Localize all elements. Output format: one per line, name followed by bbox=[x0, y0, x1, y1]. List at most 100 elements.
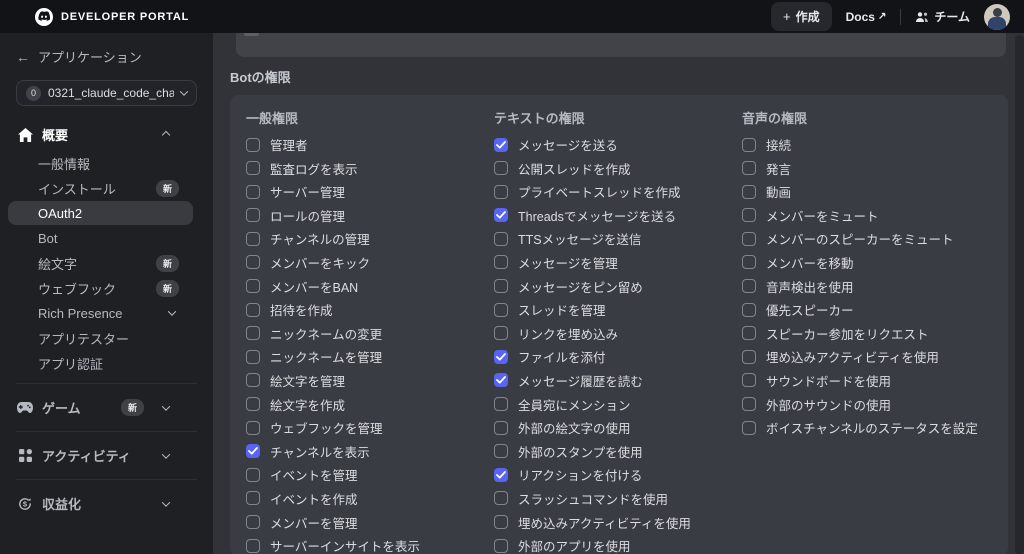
permission-row[interactable]: サーバー管理 bbox=[246, 182, 494, 201]
sidebar-subitem[interactable]: インストール 新 bbox=[8, 176, 193, 200]
checkbox[interactable] bbox=[246, 326, 260, 341]
checkbox[interactable] bbox=[494, 255, 508, 270]
permission-row[interactable]: 音声検出を使用 bbox=[742, 277, 992, 296]
checkbox[interactable] bbox=[494, 444, 508, 459]
checkbox[interactable] bbox=[246, 420, 260, 435]
permission-row[interactable]: 発言 bbox=[742, 159, 992, 178]
permission-row[interactable]: 埋め込みアクティビティを使用 bbox=[742, 347, 992, 366]
checkbox[interactable] bbox=[246, 373, 260, 388]
checkbox[interactable] bbox=[246, 231, 260, 246]
checkbox[interactable] bbox=[494, 491, 508, 506]
permission-row[interactable]: 外部の絵文字の使用 bbox=[494, 418, 742, 437]
checkbox[interactable] bbox=[494, 373, 508, 388]
checkbox[interactable] bbox=[742, 255, 756, 270]
permission-row[interactable]: 外部のアプリを使用 bbox=[494, 536, 742, 554]
scopes-input-partial[interactable] bbox=[236, 33, 1006, 57]
sidebar-subitem[interactable]: OAuth2 bbox=[8, 201, 193, 225]
permission-row[interactable]: 接続 bbox=[742, 135, 992, 154]
permission-row[interactable]: 管理者 bbox=[246, 135, 494, 154]
permission-row[interactable]: ウェブフックを管理 bbox=[246, 418, 494, 437]
sidebar-subitem[interactable]: アプリ認証 bbox=[8, 351, 193, 375]
permission-row[interactable]: 外部のサウンドの使用 bbox=[742, 395, 992, 414]
permission-row[interactable]: Threadsでメッセージを送る bbox=[494, 206, 742, 225]
permission-row[interactable]: メンバーをキック bbox=[246, 253, 494, 272]
sidebar-subitem[interactable]: Rich Presence bbox=[8, 301, 193, 325]
app-selector[interactable]: 0 0321_claude_code_chann bbox=[16, 80, 197, 106]
permission-row[interactable]: サーバーインサイトを表示 bbox=[246, 536, 494, 554]
permission-row[interactable]: 招待を作成 bbox=[246, 300, 494, 319]
permission-row[interactable]: イベントを作成 bbox=[246, 489, 494, 508]
sidebar-subitem[interactable]: アプリテスター bbox=[8, 326, 193, 350]
checkbox[interactable] bbox=[494, 302, 508, 317]
checkbox[interactable] bbox=[246, 161, 260, 176]
permission-row[interactable]: メンバーをミュート bbox=[742, 206, 992, 225]
permission-row[interactable]: メッセージを管理 bbox=[494, 253, 742, 272]
checkbox[interactable] bbox=[494, 349, 508, 364]
checkbox[interactable] bbox=[494, 397, 508, 412]
checkbox[interactable] bbox=[246, 137, 260, 152]
checkbox[interactable] bbox=[742, 279, 756, 294]
checkbox[interactable] bbox=[246, 349, 260, 364]
permission-row[interactable]: メンバーをBAN bbox=[246, 277, 494, 296]
checkbox[interactable] bbox=[742, 137, 756, 152]
permission-row[interactable]: メッセージ履歴を読む bbox=[494, 371, 742, 390]
checkbox[interactable] bbox=[742, 373, 756, 388]
checkbox[interactable] bbox=[246, 467, 260, 482]
permission-row[interactable]: メッセージを送る bbox=[494, 135, 742, 154]
permission-row[interactable]: 絵文字を作成 bbox=[246, 395, 494, 414]
permission-row[interactable]: TTSメッセージを送信 bbox=[494, 229, 742, 248]
permission-row[interactable]: プライベートスレッドを作成 bbox=[494, 182, 742, 201]
checkbox[interactable] bbox=[494, 161, 508, 176]
permission-row[interactable]: スレッドを管理 bbox=[494, 300, 742, 319]
checkbox[interactable] bbox=[494, 279, 508, 294]
checkbox[interactable] bbox=[742, 302, 756, 317]
sidebar-item-overview[interactable]: 概要 bbox=[0, 120, 213, 149]
checkbox[interactable] bbox=[742, 420, 756, 435]
permission-row[interactable]: メンバーを移動 bbox=[742, 253, 992, 272]
sidebar-subitem[interactable]: ウェブフック 新 bbox=[8, 276, 193, 300]
permission-row[interactable]: サウンドボードを使用 bbox=[742, 371, 992, 390]
permission-row[interactable]: スピーカー参加をリクエスト bbox=[742, 324, 992, 343]
permission-row[interactable]: リンクを埋め込み bbox=[494, 324, 742, 343]
sidebar-item-games[interactable]: ゲーム 新 bbox=[0, 392, 213, 423]
checkbox[interactable] bbox=[494, 538, 508, 553]
permission-row[interactable]: メンバーのスピーカーをミュート bbox=[742, 229, 992, 248]
checkbox[interactable] bbox=[742, 231, 756, 246]
sidebar-item-activities[interactable]: アクティビティ bbox=[0, 440, 213, 471]
checkbox[interactable] bbox=[246, 255, 260, 270]
permission-row[interactable]: ニックネームの変更 bbox=[246, 324, 494, 343]
sidebar-subitem[interactable]: 一般情報 bbox=[8, 151, 193, 175]
checkbox[interactable] bbox=[494, 326, 508, 341]
permission-row[interactable]: チャンネルの管理 bbox=[246, 229, 494, 248]
checkbox[interactable] bbox=[246, 279, 260, 294]
checkbox[interactable] bbox=[742, 349, 756, 364]
checkbox[interactable] bbox=[246, 444, 260, 459]
permission-row[interactable]: リアクションを付ける bbox=[494, 465, 742, 484]
permission-row[interactable]: ロールの管理 bbox=[246, 206, 494, 225]
permission-row[interactable]: 外部のスタンプを使用 bbox=[494, 442, 742, 461]
checkbox[interactable] bbox=[246, 515, 260, 529]
permission-row[interactable]: 絵文字を管理 bbox=[246, 371, 494, 390]
permission-row[interactable]: 動画 bbox=[742, 182, 992, 201]
checkbox[interactable] bbox=[494, 184, 508, 199]
checkbox[interactable] bbox=[742, 184, 756, 199]
checkbox[interactable] bbox=[742, 397, 756, 412]
permission-row[interactable]: 全員宛にメンション bbox=[494, 395, 742, 414]
checkbox[interactable] bbox=[742, 208, 756, 223]
checkbox[interactable] bbox=[494, 515, 508, 529]
checkbox[interactable] bbox=[246, 491, 260, 506]
checkbox[interactable] bbox=[742, 161, 756, 176]
checkbox[interactable] bbox=[494, 420, 508, 435]
sidebar-subitem[interactable]: 絵文字 新 bbox=[8, 251, 193, 275]
permission-row[interactable]: ファイルを添付 bbox=[494, 347, 742, 366]
sidebar-item-monetization[interactable]: $ 収益化 bbox=[0, 488, 213, 519]
checkbox[interactable] bbox=[742, 326, 756, 341]
checkbox[interactable] bbox=[494, 208, 508, 223]
checkbox[interactable] bbox=[246, 208, 260, 223]
permission-row[interactable]: 監査ログを表示 bbox=[246, 159, 494, 178]
permission-row[interactable]: スラッシュコマンドを使用 bbox=[494, 489, 742, 508]
checkbox[interactable] bbox=[246, 397, 260, 412]
user-avatar[interactable] bbox=[984, 3, 1010, 30]
checkbox[interactable] bbox=[494, 467, 508, 482]
permission-row[interactable]: ボイスチャンネルのステータスを設定 bbox=[742, 418, 992, 437]
